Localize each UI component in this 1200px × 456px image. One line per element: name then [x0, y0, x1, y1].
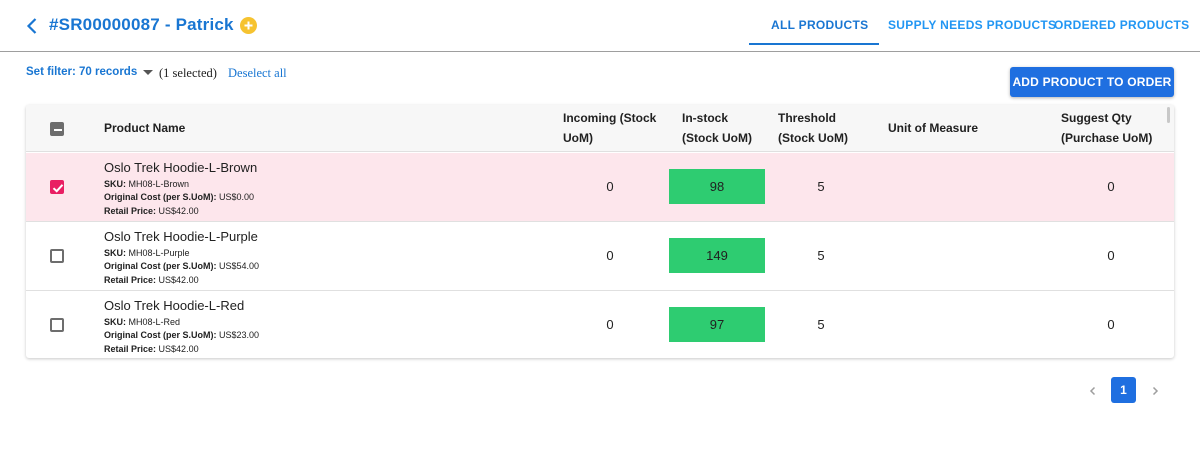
column-header-unit-of-measure[interactable]: Unit of Measure — [888, 118, 978, 138]
retail-price-value: US$42.00 — [158, 275, 199, 285]
page-header: #SR00000087 - Patrick ALL PRODUCTS SUPPL… — [0, 0, 1200, 52]
row-checkbox[interactable] — [50, 249, 64, 263]
retail-price-value: US$42.00 — [158, 206, 199, 216]
sku-label: SKU: — [104, 317, 126, 327]
column-header-incoming-line2: UoM) — [563, 131, 593, 145]
column-header-in-stock-line1: In-stock — [682, 111, 729, 125]
original-cost-label: Original Cost (per S.UoM): — [104, 330, 217, 340]
original-cost-value: US$54.00 — [219, 261, 260, 271]
selected-count: (1 selected) — [159, 66, 217, 80]
column-header-threshold[interactable]: Threshold (Stock UoM) — [778, 108, 848, 148]
product-name: Oslo Trek Hoodie-L-Purple — [104, 229, 258, 244]
column-header-incoming-line1: Incoming (Stock — [563, 111, 657, 125]
sku-value: MH08-L-Red — [128, 317, 181, 327]
add-product-to-order-button[interactable]: ADD PRODUCT TO ORDER — [1010, 67, 1174, 97]
column-header-in-stock[interactable]: In-stock (Stock UoM) — [682, 108, 752, 148]
incoming-value: 0 — [606, 179, 614, 194]
incoming-value: 0 — [606, 248, 614, 263]
tab-all-products[interactable]: ALL PRODUCTS — [771, 18, 868, 32]
chevron-down-icon — [143, 70, 154, 75]
filter-dropdown[interactable]: Set filter: 70 records — [26, 66, 154, 78]
product-original-cost: Original Cost (per S.UoM): US$0.00 — [104, 192, 254, 202]
table-row[interactable]: Oslo Trek Hoodie-L-Brown SKU: MH08-L-Bro… — [26, 153, 1174, 222]
product-original-cost: Original Cost (per S.UoM): US$23.00 — [104, 330, 259, 340]
in-stock-badge: 97 — [669, 307, 765, 342]
column-header-suggest-qty-line1: Suggest Qty — [1061, 111, 1132, 125]
product-retail-price: Retail Price: US$42.00 — [104, 206, 199, 216]
retail-price-label: Retail Price: — [104, 344, 157, 354]
table-row[interactable]: Oslo Trek Hoodie-L-Red SKU: MH08-L-Red O… — [26, 291, 1174, 358]
row-checkbox[interactable] — [50, 318, 64, 332]
column-header-threshold-line2: (Stock UoM) — [778, 131, 848, 145]
suggest-qty-value: 0 — [1107, 179, 1115, 194]
original-cost-value: US$23.00 — [219, 330, 260, 340]
products-table: Product Name Incoming (Stock UoM) In-sto… — [26, 105, 1174, 358]
product-name: Oslo Trek Hoodie-L-Red — [104, 298, 245, 313]
sku-value: MH08-L-Brown — [128, 179, 190, 189]
select-all-checkbox[interactable] — [50, 122, 64, 136]
product-retail-price: Retail Price: US$42.00 — [104, 275, 199, 285]
tab-ordered-products[interactable]: ORDERED PRODUCTS — [1054, 18, 1189, 32]
product-original-cost: Original Cost (per S.UoM): US$54.00 — [104, 261, 259, 271]
page-button-current[interactable]: 1 — [1111, 377, 1136, 403]
scrollbar[interactable] — [1167, 107, 1170, 123]
row-checkbox[interactable] — [50, 180, 64, 194]
column-header-suggest-qty-line2: (Purchase UoM) — [1061, 131, 1153, 145]
in-stock-badge: 149 — [669, 238, 765, 273]
column-header-product-name[interactable]: Product Name — [104, 118, 185, 138]
filter-label: Set filter: 70 records — [26, 66, 138, 78]
threshold-value: 5 — [817, 248, 825, 263]
retail-price-label: Retail Price: — [104, 206, 157, 216]
threshold-value: 5 — [817, 317, 825, 332]
original-cost-label: Original Cost (per S.UoM): — [104, 192, 217, 202]
incoming-value: 0 — [606, 317, 614, 332]
column-header-threshold-line1: Threshold — [778, 111, 837, 125]
sku-label: SKU: — [104, 179, 126, 189]
suggest-qty-value: 0 — [1107, 317, 1115, 332]
column-header-incoming[interactable]: Incoming (Stock UoM) — [563, 108, 656, 148]
add-icon[interactable] — [240, 17, 257, 34]
suggest-qty-value: 0 — [1107, 248, 1115, 263]
chevron-right-icon[interactable] — [1149, 384, 1161, 396]
chevron-left-icon[interactable] — [1087, 384, 1099, 396]
table-header: Product Name Incoming (Stock UoM) In-sto… — [26, 105, 1174, 152]
threshold-value: 5 — [817, 179, 825, 194]
column-header-in-stock-line2: (Stock UoM) — [682, 131, 752, 145]
original-cost-label: Original Cost (per S.UoM): — [104, 261, 217, 271]
back-arrow-icon[interactable] — [20, 14, 44, 38]
active-tab-indicator — [749, 43, 879, 45]
deselect-all-link[interactable]: Deselect all — [228, 66, 287, 81]
product-retail-price: Retail Price: US$42.00 — [104, 344, 199, 354]
sku-value: MH08-L-Purple — [128, 248, 190, 258]
product-sku: SKU: MH08-L-Purple — [104, 248, 190, 258]
table-row[interactable]: Oslo Trek Hoodie-L-Purple SKU: MH08-L-Pu… — [26, 222, 1174, 291]
product-sku: SKU: MH08-L-Brown — [104, 179, 189, 189]
column-header-suggest-qty[interactable]: Suggest Qty (Purchase UoM) — [1061, 108, 1152, 148]
tab-supply-needs-products[interactable]: SUPPLY NEEDS PRODUCTS — [888, 18, 1056, 32]
original-cost-value: US$0.00 — [219, 192, 255, 202]
retail-price-label: Retail Price: — [104, 275, 157, 285]
product-sku: SKU: MH08-L-Red — [104, 317, 180, 327]
page-title: #SR00000087 - Patrick — [49, 15, 234, 34]
product-name: Oslo Trek Hoodie-L-Brown — [104, 160, 258, 175]
retail-price-value: US$42.00 — [158, 344, 199, 354]
in-stock-badge: 98 — [669, 169, 765, 204]
sku-label: SKU: — [104, 248, 126, 258]
